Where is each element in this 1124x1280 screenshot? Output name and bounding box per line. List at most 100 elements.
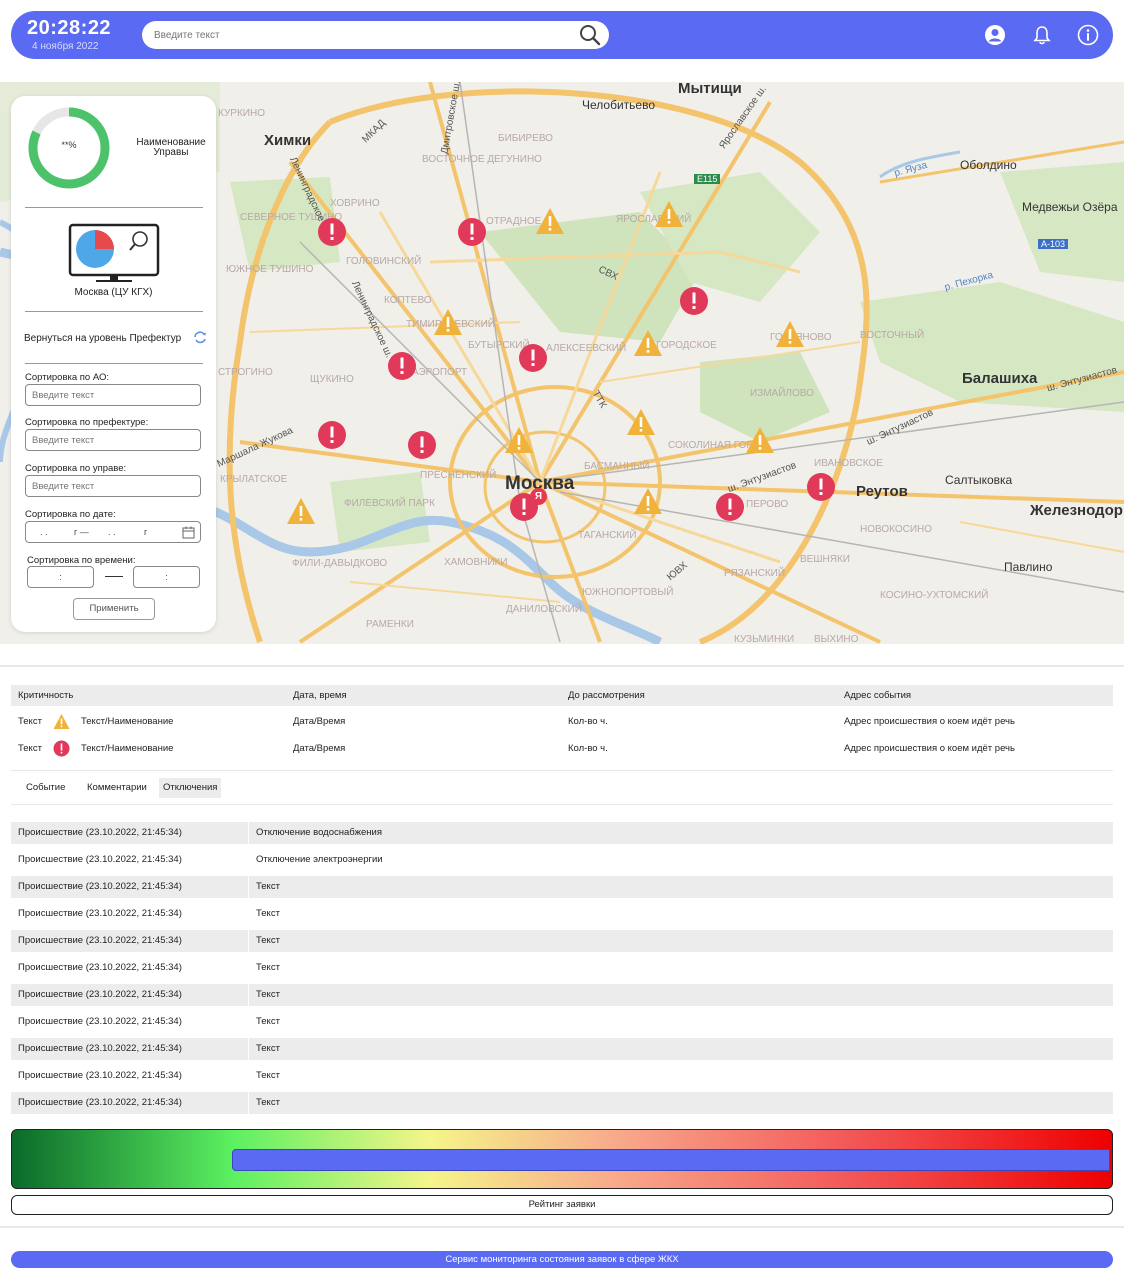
warning-marker[interactable] [633, 328, 663, 358]
date-range-input[interactable]: . . г — . . г [25, 521, 201, 543]
current-date: 4 ноября 2022 [32, 41, 99, 52]
incident-event: Происшествие (23.10.2022, 21:45:34) [18, 1070, 182, 1081]
alert-marker[interactable] [715, 492, 745, 522]
warning-marker[interactable] [433, 307, 463, 337]
column-header: Дата, время [293, 690, 347, 701]
warning-marker[interactable] [775, 319, 805, 349]
table-row[interactable]: Происшествие (23.10.2022, 21:45:34) Текст [11, 957, 1113, 979]
district-label: БИБИРЕВО [498, 133, 553, 144]
alert-marker[interactable] [806, 472, 836, 502]
district-label: ВОСТОЧНЫЙ [860, 330, 925, 341]
table-row[interactable]: Текст Текст/Наименование Дата/Время Кол-… [11, 738, 1113, 760]
info-icon[interactable] [1077, 24, 1099, 46]
incident-description: Текст [256, 1070, 280, 1081]
city-label: Оболдино [960, 158, 1017, 172]
table-row[interactable]: Текст Текст/Наименование Дата/Время Кол-… [11, 711, 1113, 733]
warning-marker[interactable] [654, 199, 684, 229]
incident-event: Происшествие (23.10.2022, 21:45:34) [18, 827, 182, 838]
user-icon[interactable] [984, 24, 1006, 46]
district-label: ГОЛОВИНСКИЙ [346, 256, 422, 267]
monitor-chart-icon[interactable] [68, 223, 160, 285]
top-bar: 20:28:22 4 ноября 2022 [11, 11, 1113, 59]
table-row[interactable]: Происшествие (23.10.2022, 21:45:34) Текст [11, 930, 1113, 952]
tab-comments[interactable]: Комментарии [83, 778, 151, 798]
event-address: Адрес происшествия о коем идёт речь [844, 743, 1015, 754]
hours-remaining: Кол-во ч. [568, 743, 608, 754]
search-icon[interactable] [579, 24, 601, 46]
time-from-input[interactable]: : [27, 566, 94, 588]
city-label: Балашиха [962, 370, 1038, 387]
district-label: ВОСТОЧНОЕ ДЕГУНИНО [422, 154, 542, 165]
table-row[interactable]: Происшествие (23.10.2022, 21:45:34) Текст [11, 984, 1113, 1006]
district-label: ВЫХИНО [814, 634, 859, 644]
warning-marker[interactable] [633, 486, 663, 516]
filter-ao-input[interactable] [25, 384, 201, 406]
incident-event: Происшествие (23.10.2022, 21:45:34) [18, 962, 182, 973]
alert-marker[interactable] [387, 351, 417, 381]
alert-marker[interactable] [509, 492, 539, 522]
incident-event: Происшествие (23.10.2022, 21:45:34) [18, 1016, 182, 1027]
column-separator [248, 984, 249, 1006]
table-row[interactable]: Происшествие (23.10.2022, 21:45:34) Отклю… [11, 822, 1113, 844]
incident-event: Происшествие (23.10.2022, 21:45:34) [18, 854, 182, 865]
filter-date-label: Сортировка по дате: [25, 509, 116, 520]
tab-event[interactable]: Событие [22, 778, 69, 798]
city-label: Салтыковка [945, 473, 1013, 487]
alert-marker[interactable] [407, 430, 437, 460]
filter-uprava-label: Сортировка по управе: [25, 463, 127, 474]
section-divider [0, 665, 1124, 667]
event-datetime: Дата/Время [293, 716, 346, 727]
warning-marker[interactable] [504, 425, 534, 455]
filter-uprava-input[interactable] [25, 475, 201, 497]
table-row[interactable]: Происшествие (23.10.2022, 21:45:34) Текст [11, 1065, 1113, 1087]
column-separator [248, 849, 249, 871]
table-row[interactable]: Происшествие (23.10.2022, 21:45:34) Текст [11, 1011, 1113, 1033]
district-label: КРЫЛАТСКОЕ [220, 474, 288, 485]
alert-marker[interactable] [457, 217, 487, 247]
warning-marker[interactable] [286, 496, 316, 526]
district-label: ХАМОВНИКИ [444, 557, 508, 568]
city-label: Мытищи [678, 82, 742, 97]
alert-marker[interactable] [317, 420, 347, 450]
column-separator [248, 1065, 249, 1087]
apply-button[interactable]: Применить [73, 598, 155, 620]
alert-marker[interactable] [679, 286, 709, 316]
table-row[interactable]: Происшествие (23.10.2022, 21:45:34) Текст [11, 1092, 1113, 1114]
warning-marker[interactable] [626, 407, 656, 437]
criticality-level: Текст [18, 743, 42, 754]
district-label: АЭРОПОРТ [412, 367, 468, 378]
calendar-icon[interactable] [182, 526, 195, 539]
warning-icon [53, 714, 70, 729]
warning-marker[interactable] [535, 206, 565, 236]
warning-marker[interactable] [745, 425, 775, 455]
refresh-icon[interactable] [193, 330, 207, 344]
district-label: РЯЗАНСКИЙ [724, 568, 786, 579]
district-label: КУЗЬМИНКИ [734, 634, 795, 644]
gauge-value: **% [61, 140, 77, 150]
table-row[interactable]: Происшествие (23.10.2022, 21:45:34) Отклю… [11, 849, 1113, 871]
table-row[interactable]: Происшествие (23.10.2022, 21:45:34) Текст [11, 876, 1113, 898]
table-row[interactable]: Происшествие (23.10.2022, 21:45:34) Текст [11, 1038, 1113, 1060]
incident-description: Текст [256, 989, 280, 1000]
incident-description: Текст [256, 1043, 280, 1054]
district-label: СТРОГИНО [218, 367, 273, 378]
filter-panel: **% Наименование Управы Москва (ЦУ КГХ) … [11, 96, 216, 632]
search-box[interactable] [142, 21, 609, 49]
column-separator [248, 957, 249, 979]
time-to-input[interactable]: : [133, 566, 200, 588]
district-label: ЮЖНОЕ ТУШИНО [226, 264, 314, 275]
column-separator [248, 822, 249, 844]
incident-description: Текст [256, 1097, 280, 1108]
alert-marker[interactable] [518, 343, 548, 373]
bell-icon[interactable] [1031, 24, 1053, 46]
search-input[interactable] [154, 26, 554, 44]
time-range-dash [105, 576, 123, 577]
tab-outages[interactable]: Отключения [159, 778, 222, 798]
filter-prefecture-input[interactable] [25, 429, 201, 451]
alert-marker[interactable] [317, 217, 347, 247]
column-separator [248, 876, 249, 898]
footer-bar: Сервис мониторинга состояния заявок в сф… [11, 1251, 1113, 1268]
back-to-prefectures-link[interactable]: Вернуться на уровень Префектур [24, 333, 181, 344]
district-label: КУРКИНО [218, 108, 265, 119]
table-row[interactable]: Происшествие (23.10.2022, 21:45:34) Текст [11, 903, 1113, 925]
